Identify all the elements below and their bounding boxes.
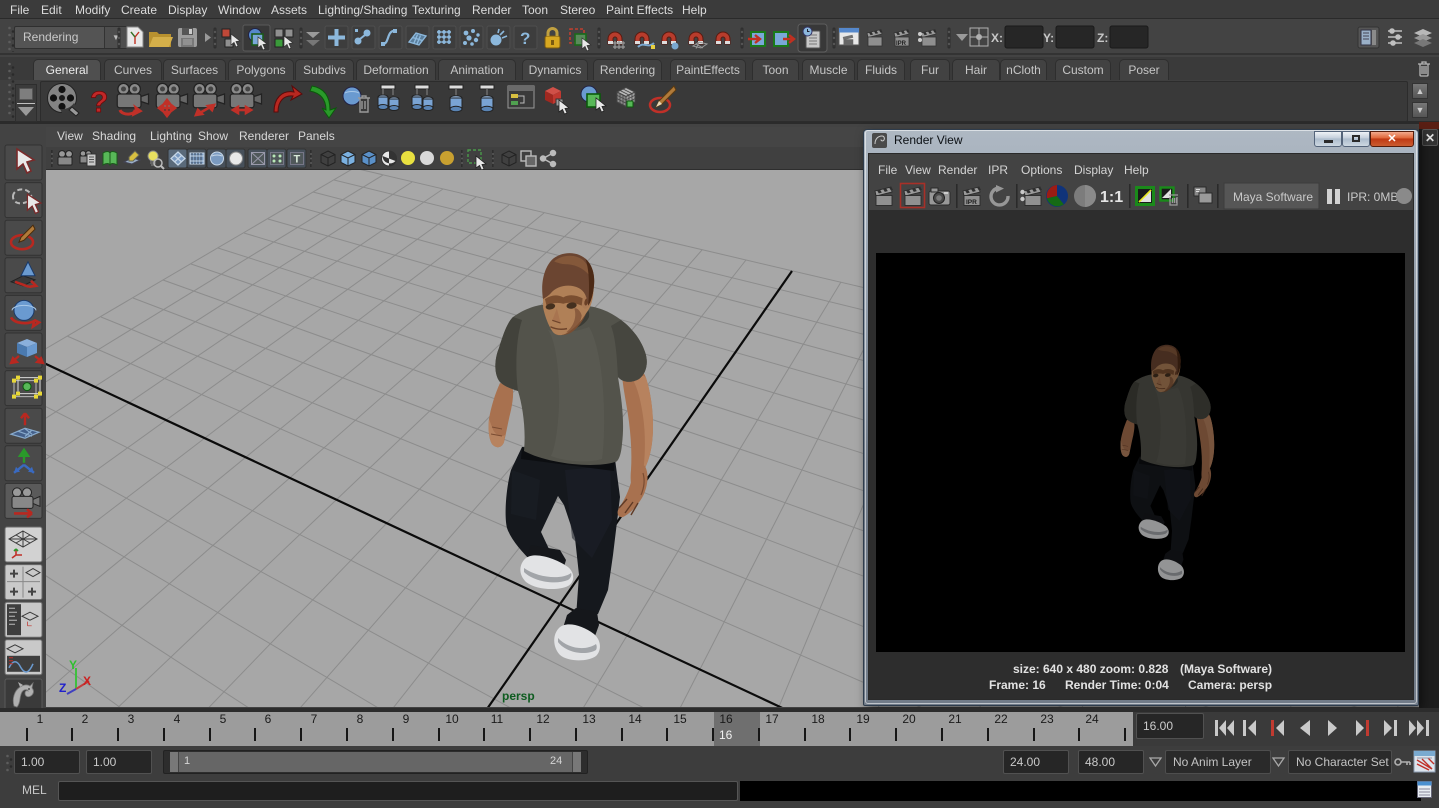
svg-text:IPR: IPR	[896, 41, 907, 47]
svg-text:IPR: 0MB: IPR: 0MB	[1347, 190, 1398, 204]
svg-text:Z: Z	[59, 681, 66, 695]
svg-text:Maya Software: Maya Software	[1233, 190, 1313, 204]
svg-text:?: ?	[520, 29, 530, 48]
svg-text:?: ?	[90, 86, 108, 119]
svg-text:Y:: Y:	[1043, 31, 1054, 45]
svg-text:1:1: 1:1	[1100, 189, 1123, 206]
svg-text:Y: Y	[69, 658, 77, 672]
svg-text:X: X	[83, 674, 91, 688]
svg-text:T: T	[294, 154, 301, 166]
svg-text:IPR: IPR	[966, 199, 977, 206]
svg-text:Z:: Z:	[1097, 31, 1108, 45]
svg-text:X:: X:	[991, 31, 1003, 45]
svg-text:persp: persp	[502, 689, 535, 703]
